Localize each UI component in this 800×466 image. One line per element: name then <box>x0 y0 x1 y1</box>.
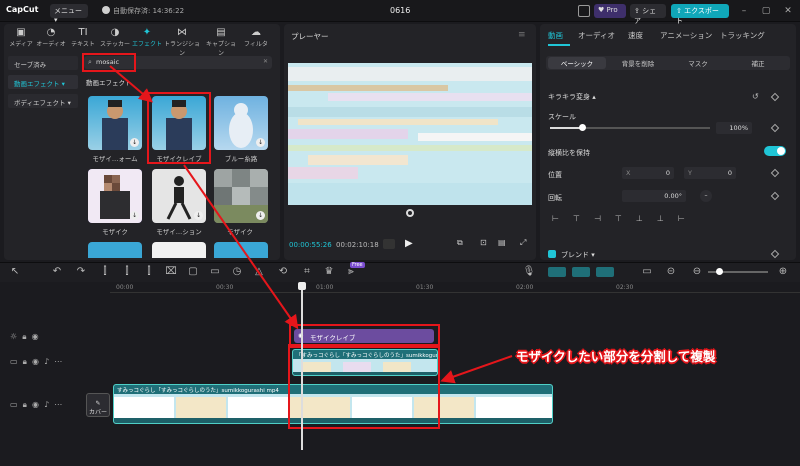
annotation-arrows <box>109 65 513 384</box>
annotation-caption: モザイクしたい部分を分割して複製 <box>516 349 716 364</box>
